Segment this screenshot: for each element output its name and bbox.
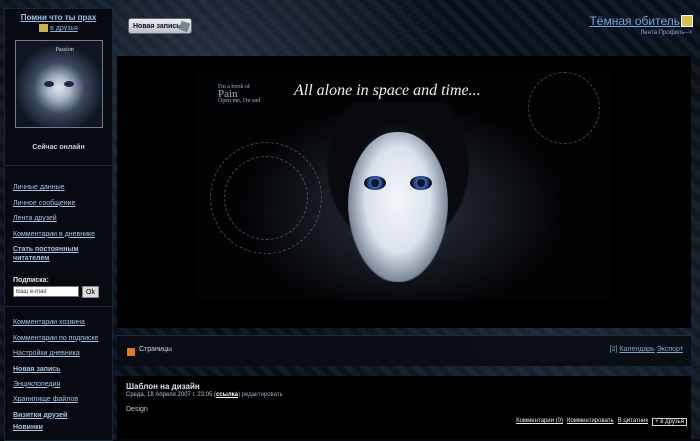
sidebar-item[interactable]: Настройки дневника [13,346,112,362]
sidebar-item[interactable]: Комментарии по подписке [13,331,112,347]
banner-poem: I'm a book of Pain Open me, I'm sad [218,84,261,104]
sidebar-item[interactable]: Новинки [13,423,112,432]
banner-image: I'm a book of Pain Open me, I'm sad All … [196,72,610,300]
pages-count: [2] [609,346,618,353]
header-links[interactable]: Лента Профиль--> [640,30,692,36]
post-actions: Комментарии (0) Комментировать В цитатни… [516,418,687,426]
friend-icon [39,24,49,32]
sidebar-item[interactable]: Комментарии в дневнике [13,227,112,243]
sidebar-item[interactable]: Стать постоянным читателем [13,245,112,263]
post-edit-link[interactable]: редактировать [242,392,283,398]
sidebar-title[interactable]: Помни что ты прах [5,13,112,22]
email-field[interactable] [13,286,79,297]
sidebar-header: Помни что ты прах в друзья [5,9,112,32]
new-post-button[interactable]: Новая запись [128,18,192,34]
pages-right-links: [2] Календарь Экспорт [610,346,683,353]
subscribe-label: Подписка: [13,277,49,284]
avatar-text: Passion [55,47,74,53]
rss-icon[interactable] [127,348,135,356]
spiderweb-right [528,72,600,144]
banner-eye-left [364,176,386,190]
home-icon[interactable] [681,15,693,27]
banner-caption: All alone in space and time... [294,82,481,99]
pages-bar: Страницы [2] Календарь Экспорт [117,335,691,366]
divider [5,165,112,166]
sidebar-item[interactable]: Визитки друзей [13,411,112,420]
export-link[interactable]: Экспорт [657,346,683,353]
post-date: Среда, 18 Апреля 2007 г. 23:05 [126,392,213,398]
post-body: Design [126,406,148,413]
site-title[interactable]: Тёмная обитель [589,14,680,28]
sidebar-nav-secondary: Комментарии хозяина Комментарии по подпис… [5,315,112,432]
post: Шаблон на дизайн Среда, 18 Апреля 2007 г… [117,376,691,439]
quote-link[interactable]: В цитатник [618,418,648,426]
add-friend-button[interactable]: + в друзья [652,418,687,426]
sidebar: Помни что ты прах в друзья Passion Сейча… [4,8,113,441]
sidebar-nav: Личные данные Личное сообщение Лента друзе… [5,180,112,263]
sidebar-item[interactable]: Личное сообщение [13,196,112,212]
sidebar-item[interactable]: Энциклопедия [13,377,112,393]
avatar-eye-right [63,81,74,87]
sidebar-item[interactable]: Лента друзей [13,211,112,227]
spiderweb-left-inner [224,156,308,240]
sidebar-item[interactable]: Личные данные [13,180,112,196]
pages-link[interactable]: Страницы [139,346,172,353]
subscribe-button[interactable]: Ok [82,286,99,298]
calendar-link[interactable]: Календарь [619,346,654,353]
online-status: Сейчас онлайн [32,144,85,151]
avatar[interactable]: Passion [14,40,103,128]
divider [5,306,112,307]
post-permalink[interactable]: ссылка [216,392,238,398]
comment-link[interactable]: Комментировать [567,418,614,426]
post-title[interactable]: Шаблон на дизайн [126,382,200,391]
banner-eye-right [410,176,432,190]
pen-icon [178,20,191,33]
avatar-eye-left [43,81,54,87]
banner-face [348,132,448,282]
comments-link[interactable]: Комментарии (0) [516,418,563,426]
add-friend-link[interactable]: в друзья [5,24,112,32]
post-meta: Среда, 18 Апреля 2007 г. 23:05 (ссылка) … [126,392,283,398]
sidebar-item[interactable]: Новая запись [13,365,112,374]
sidebar-item[interactable]: Хранилище файлов [13,392,112,408]
sidebar-item[interactable]: Комментарии хозяина [13,315,112,331]
subscribe-form: Подписка: Ok [5,277,112,298]
